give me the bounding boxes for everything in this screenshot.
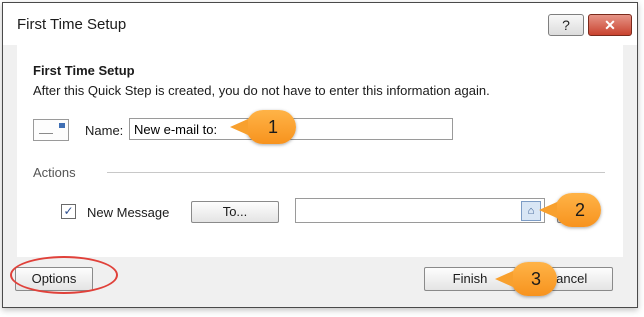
callout-3: 3 (495, 262, 557, 296)
help-button[interactable]: ? (548, 14, 584, 36)
callout-1: 1 (230, 110, 296, 144)
address-book-icon[interactable]: ⌂ (521, 201, 541, 221)
actions-label: Actions (33, 165, 76, 180)
to-button[interactable]: To... (191, 201, 279, 223)
actions-divider (107, 172, 605, 173)
setup-description: After this Quick Step is created, you do… (33, 83, 490, 98)
callout-1-label: 1 (267, 117, 278, 137)
close-button[interactable]: ✕ (588, 14, 632, 36)
new-message-label: New Message (87, 205, 170, 220)
setup-heading: First Time Setup (33, 63, 135, 78)
quick-step-icon[interactable] (33, 119, 69, 141)
callout-2-label: 2 (574, 200, 585, 220)
callout-2: 2 (539, 193, 601, 227)
options-highlight-circle (10, 256, 118, 294)
new-message-checkbox[interactable]: ✓ (61, 204, 76, 219)
callout-3-label: 3 (530, 269, 541, 289)
name-label: Name: (85, 123, 124, 138)
to-input[interactable] (295, 198, 545, 223)
title-bar: First Time Setup ? ✕ (3, 3, 637, 45)
setup-panel: First Time Setup After this Quick Step i… (17, 45, 623, 257)
window-title: First Time Setup (17, 16, 127, 33)
